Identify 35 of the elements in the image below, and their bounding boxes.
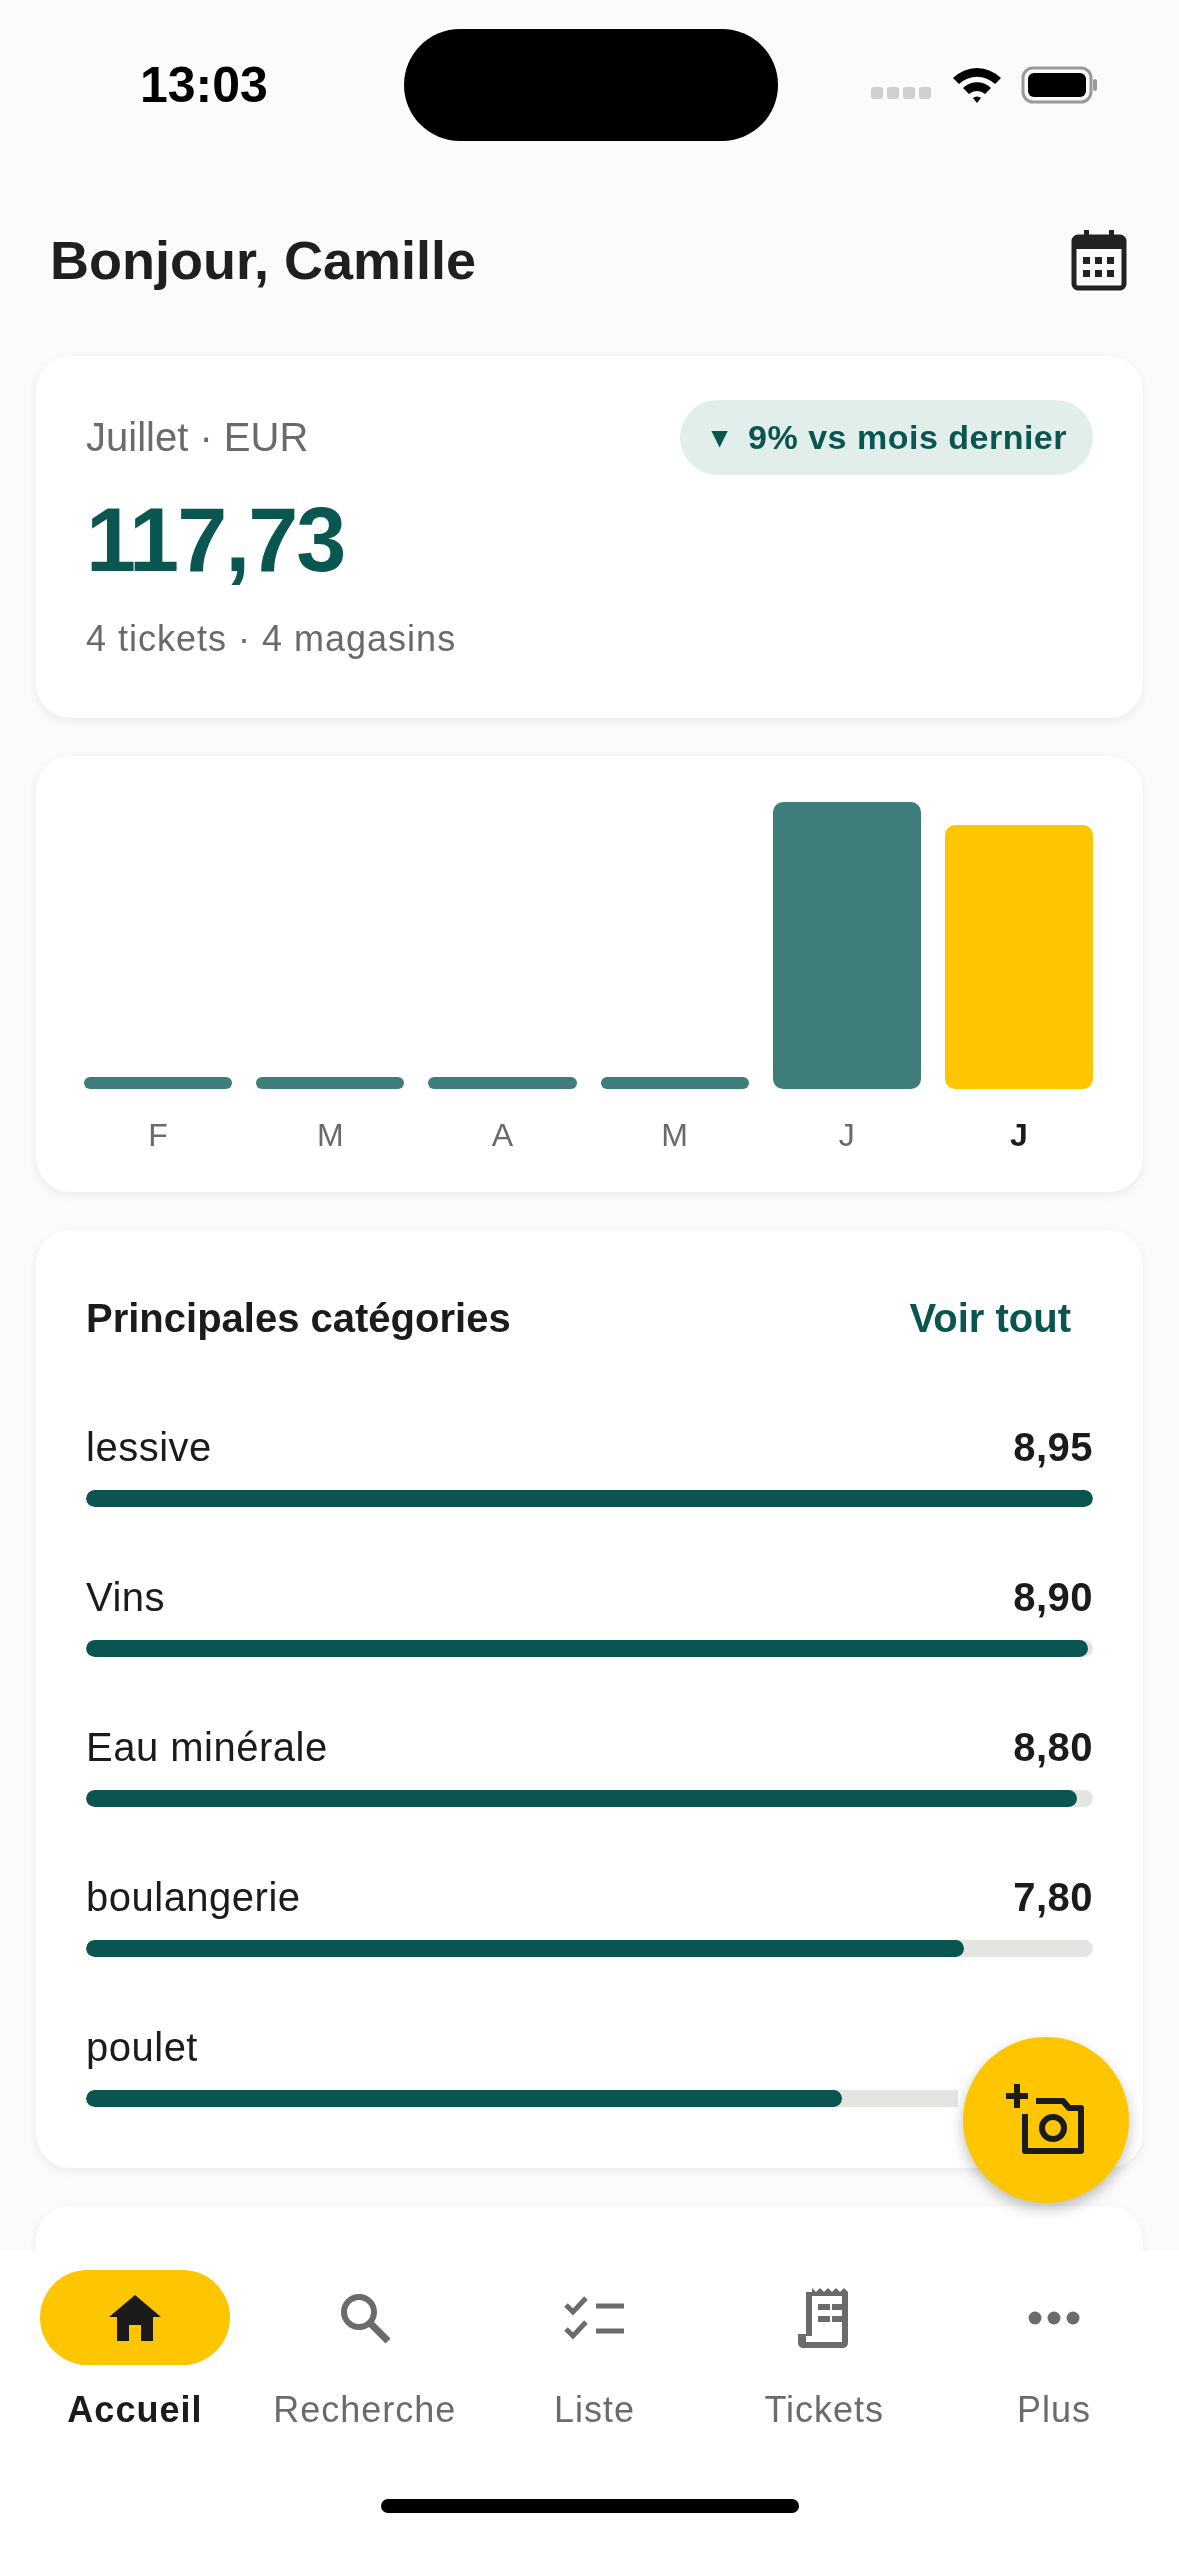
nav-tab[interactable]: Tickets [709,2270,940,2456]
total-amount: 117,73 [86,489,346,592]
nav-tab[interactable]: Liste [479,2270,710,2456]
category-name: Vins [86,1575,166,1620]
more-icon [1028,2310,1081,2325]
greeting-title: Bonjour, Camille [50,229,477,291]
month-label: M [661,1117,688,1154]
month-label: J [1010,1117,1028,1154]
month-label: F [148,1117,168,1154]
wifi-icon [951,65,1003,105]
section-title: Principales catégories [86,1296,511,1341]
change-text: 9% vs mois dernier [748,418,1067,457]
summary-details: 4 tickets · 4 magasins [86,618,458,660]
down-triangle-icon: ▼ [705,421,735,454]
calendar-icon[interactable] [1071,229,1127,291]
category-name: Eau minérale [86,1725,328,1770]
camera-plus-icon [1006,2084,1086,2156]
nav-tab[interactable]: Plus [939,2270,1169,2456]
category-name: lessive [86,1425,212,1470]
month-label: J [838,1117,855,1154]
see-all-link[interactable]: Voir tout [909,1296,1071,1341]
month-label: M [316,1117,344,1154]
category-amount: 7,80 [1013,1875,1093,1920]
category-amount: 8,90 [1013,1575,1093,1620]
signal-icon [871,86,933,100]
category-amount: 8,80 [1013,1725,1093,1770]
category-name: boulangerie [86,1875,301,1920]
battery-icon [1021,65,1099,105]
month-label: A [491,1117,514,1154]
category-name: poulet [86,2025,198,2070]
status-time: 13:03 [140,56,269,114]
period-label: Juillet · EUR [86,415,309,460]
category-amount: 8,95 [1013,1425,1093,1470]
nav-tab[interactable]: Accueil [20,2270,250,2456]
nav-tab[interactable]: Recherche [249,2270,480,2456]
